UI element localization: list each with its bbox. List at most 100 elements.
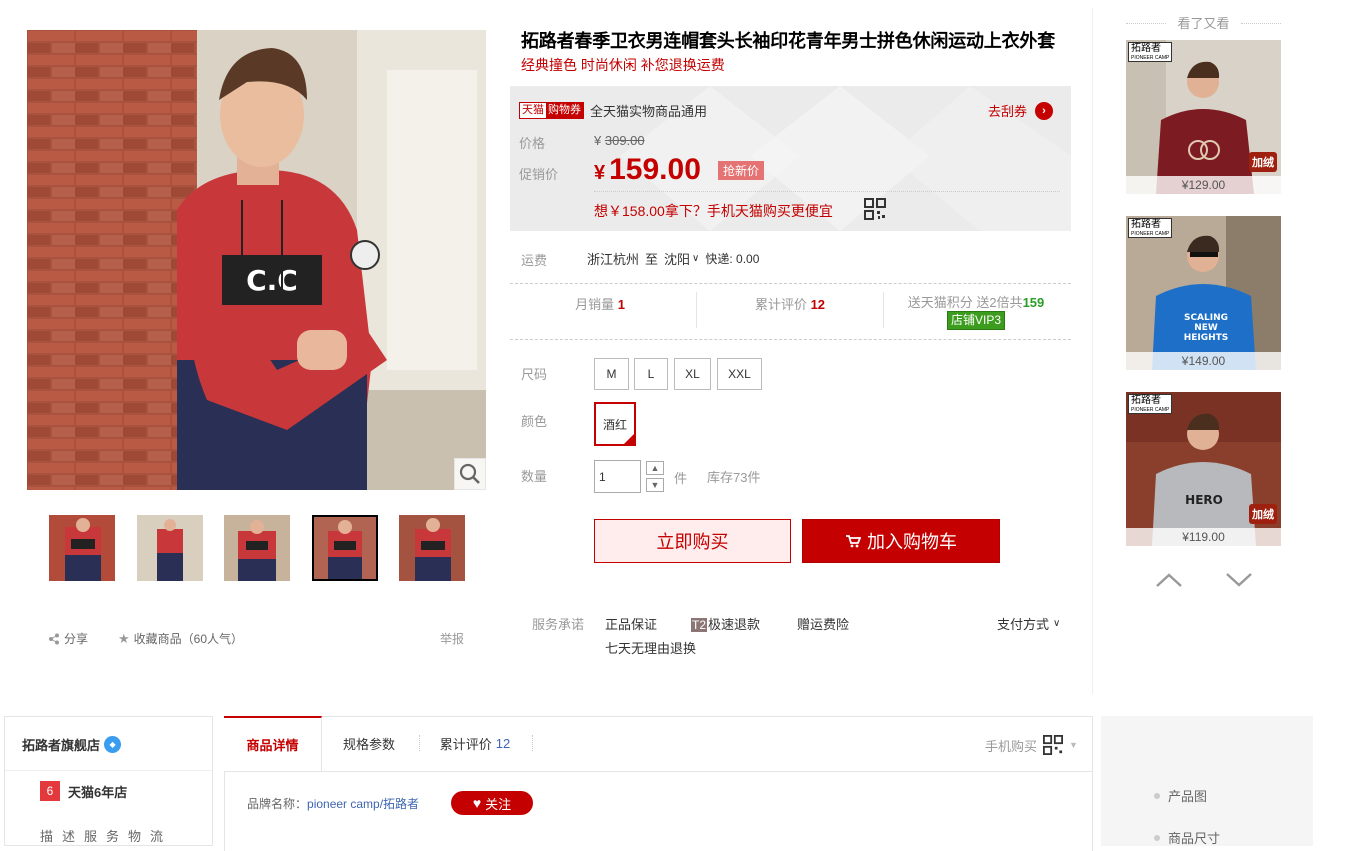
get-coupon-label: 去刮券 xyxy=(988,104,1028,119)
tab-reviews[interactable]: 累计评价 12 xyxy=(428,716,522,771)
color-option-selected[interactable]: 酒红 xyxy=(594,402,636,446)
brand-label: 品牌名称： xyxy=(247,797,308,811)
thumbnail-4[interactable] xyxy=(312,515,378,581)
promo-price: ¥ 159.00 xyxy=(594,153,701,187)
add-to-cart-button[interactable]: 加入购物车 xyxy=(802,519,1000,563)
shop-name-link[interactable]: 拓路者旗舰店 ◆ xyxy=(22,735,122,754)
quantity-label: 数量 xyxy=(521,469,548,484)
recommend-item-3[interactable]: HERO 拓路者 PIONEER CAMP 加绒 ¥119.00 xyxy=(1126,392,1281,546)
payment-methods-label: 支付方式 xyxy=(997,617,1050,632)
product-subtitle: 经典撞色 时尚休闲 补您退换运费 xyxy=(521,57,725,73)
magnifier-icon xyxy=(459,463,480,484)
service-7day-return[interactable]: 七天无理由退换 xyxy=(605,638,696,657)
promo-price-value: 159.00 xyxy=(609,153,701,186)
size-option-m[interactable]: M xyxy=(594,358,629,390)
qr-code-icon[interactable] xyxy=(864,198,886,220)
svg-text:C.C: C.C xyxy=(246,264,298,297)
service-genuine[interactable]: 正品保证 xyxy=(605,614,657,633)
svg-text:HERO: HERO xyxy=(1185,493,1223,507)
get-coupon-link[interactable]: 去刮券 › xyxy=(988,101,1054,120)
recommend-price: ¥129.00 xyxy=(1126,176,1281,194)
recommend-price: ¥149.00 xyxy=(1126,352,1281,370)
thumbnail-5[interactable] xyxy=(399,515,465,581)
add-to-cart-label: 加入购物车 xyxy=(867,532,957,552)
tab-reviews-label: 累计评价 xyxy=(439,737,492,752)
share-icon xyxy=(49,633,59,644)
mobile-buy-label: 手机购买 xyxy=(985,738,1038,754)
divider xyxy=(510,283,1071,284)
tab-specs[interactable]: 规格参数 xyxy=(330,716,408,771)
review-count[interactable]: 累计评价 12 xyxy=(720,294,860,313)
quantity-unit: 件 xyxy=(674,471,688,486)
chevron-right-icon: › xyxy=(1035,101,1054,120)
thumbnail-1[interactable] xyxy=(49,515,115,581)
recommend-item-1[interactable]: 拓路者 PIONEER CAMP 加绒 ¥129.00 xyxy=(1126,40,1281,194)
star-icon: ★ xyxy=(118,630,130,646)
vip-badge: 店铺VIP3 xyxy=(946,311,1006,330)
monthly-sales-value: 1 xyxy=(617,297,625,312)
ship-to-value: 沈阳 xyxy=(664,252,691,267)
quantity-decrease-button[interactable]: ▼ xyxy=(646,478,664,492)
tmall-tag-right: 购物券 xyxy=(546,103,583,118)
side-nav-label: 产品图 xyxy=(1168,789,1208,804)
fleece-badge: 加绒 xyxy=(1249,152,1277,172)
promo-price-label: 促销价 xyxy=(519,167,559,182)
tmall-points: 送天猫积分 送2倍共159 店铺VIP3 xyxy=(895,294,1057,330)
coupon-row: 天猫 购物券 全天猫实物商品通用 xyxy=(519,101,707,120)
rail-prev-button[interactable] xyxy=(1155,570,1183,593)
coupon-text: 全天猫实物商品通用 xyxy=(590,104,708,119)
fast-refund-label: 极速退款 xyxy=(708,617,761,632)
service-label: 服务承诺 xyxy=(532,617,585,632)
tab-separator xyxy=(419,735,420,751)
size-option-l[interactable]: L xyxy=(634,358,668,390)
brand-logo: 拓路者 PIONEER CAMP xyxy=(1128,218,1173,238)
ship-to-select[interactable]: 沈阳 ∨ xyxy=(664,249,699,268)
new-price-tag: 抢新价 xyxy=(718,161,765,180)
thumbnail-2[interactable] xyxy=(137,515,203,581)
buy-now-button[interactable]: 立即购买 xyxy=(594,519,791,563)
shop-age: 6 天猫6年店 xyxy=(40,781,127,801)
t2-badge: T2 xyxy=(691,618,708,632)
recommend-price: ¥119.00 xyxy=(1126,528,1281,546)
ship-from: 浙江杭州 xyxy=(587,252,640,267)
recommend-item-2[interactable]: SCALING NEW HEIGHTS 拓路者 PIONEER CAMP ¥149.0… xyxy=(1126,216,1281,370)
chevron-down-icon: ∨ xyxy=(692,253,700,264)
points-label: 送天猫积分 送2倍共 xyxy=(907,295,1023,310)
collect-button[interactable]: ★ 收藏商品（60人气） xyxy=(118,630,243,647)
qr-code-icon xyxy=(1043,735,1064,755)
monthly-sales: 月销量 1 xyxy=(540,294,660,313)
recommend-title: 看了又看 xyxy=(1126,13,1281,32)
svg-text:HEIGHTS: HEIGHTS xyxy=(1184,333,1229,343)
caret-down-icon: ▼ xyxy=(1069,740,1078,750)
orig-price-label: 价格 xyxy=(519,136,546,151)
quantity-increase-button[interactable]: ▲ xyxy=(646,461,664,475)
cart-icon xyxy=(846,535,861,548)
side-nav-product-images[interactable]: 产品图 xyxy=(1154,786,1207,805)
thumbnail-3[interactable] xyxy=(224,515,290,581)
follow-brand-button[interactable]: ♥ 关注 xyxy=(451,791,533,815)
payment-methods-dropdown[interactable]: 支付方式 ∨ xyxy=(997,614,1060,633)
ship-to-prefix: 至 xyxy=(645,252,659,267)
nav-dot xyxy=(1154,792,1160,799)
service-shipping-insurance[interactable]: 赠运费险 xyxy=(797,614,849,633)
rail-next-button[interactable] xyxy=(1225,570,1253,593)
quantity-input[interactable]: 1 xyxy=(594,460,641,493)
size-option-xl[interactable]: XL xyxy=(674,358,711,390)
currency-symbol: ¥ xyxy=(594,133,602,148)
mobile-buy-dropdown[interactable]: 手机购买 ▼ xyxy=(985,735,1078,755)
size-option-xxl[interactable]: XXL xyxy=(717,358,762,390)
tmall-tag-left: 天猫 xyxy=(520,103,546,118)
zoom-button[interactable] xyxy=(454,458,486,490)
mobile-deal-text[interactable]: 想￥158.00拿下？手机天猫购买更便宜 xyxy=(594,201,833,221)
shop-name: 拓路者旗舰店 xyxy=(22,738,101,753)
shop-badge-icon: ◆ xyxy=(104,736,122,753)
tab-product-detail[interactable]: 商品详情 xyxy=(224,716,322,771)
product-title: 拓路者春季卫衣男连帽套头长袖印花青年男士拼色休闲运动上衣外套 xyxy=(521,31,1055,51)
service-fast-refund[interactable]: T2 极速退款 xyxy=(691,614,760,633)
side-nav-product-size[interactable]: 商品尺寸 xyxy=(1154,828,1220,847)
main-product-image[interactable]: C.C xyxy=(27,30,486,490)
report-link[interactable]: 举报 xyxy=(440,630,464,647)
review-count-value: 12 xyxy=(810,297,826,312)
brand-link[interactable]: pioneer camp/拓路者 xyxy=(307,797,419,811)
share-button[interactable]: 分享 xyxy=(48,630,88,647)
